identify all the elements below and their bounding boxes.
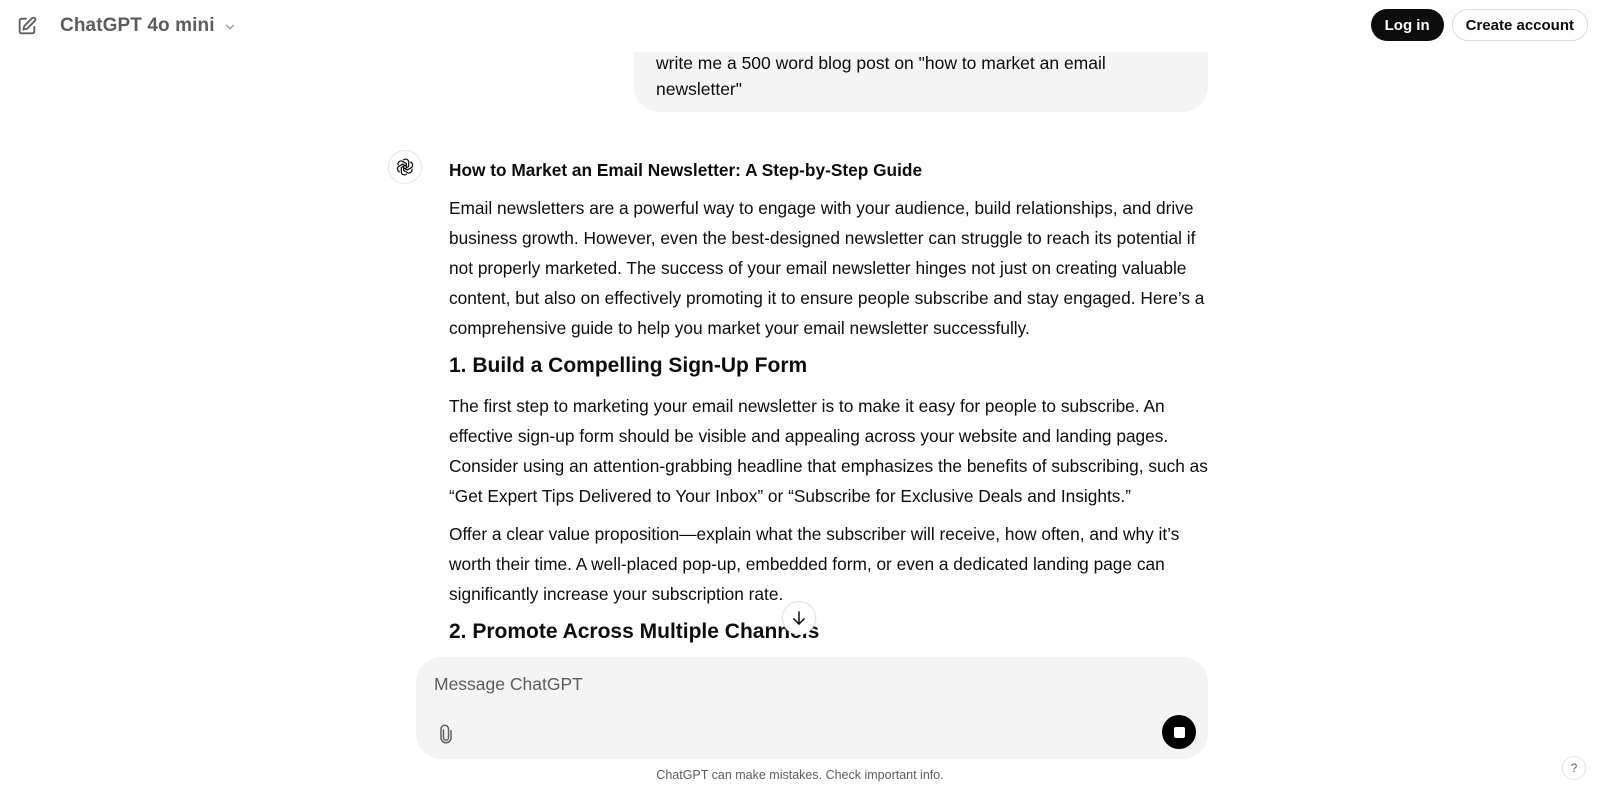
section-2-heading: 2. Promote Across Multiple Channels bbox=[449, 620, 820, 643]
openai-logo-icon bbox=[396, 158, 414, 176]
chevron-down-icon bbox=[223, 20, 237, 34]
stop-square-icon bbox=[1173, 726, 1185, 738]
auth-buttons: Log in Create account bbox=[1370, 9, 1588, 41]
model-name: ChatGPT 4o mini bbox=[60, 15, 215, 36]
new-chat-button[interactable] bbox=[12, 12, 42, 40]
paperclip-icon bbox=[440, 724, 452, 744]
attach-file-button[interactable] bbox=[434, 721, 458, 747]
blog-title: How to Market an Email Newsletter: A Ste… bbox=[449, 160, 923, 180]
message-input[interactable] bbox=[434, 669, 1134, 699]
assistant-message: How to Market an Email Newsletter: A Ste… bbox=[449, 155, 1219, 655]
message-composer bbox=[416, 657, 1208, 759]
assistant-avatar bbox=[388, 150, 422, 184]
help-button[interactable]: ? bbox=[1562, 756, 1586, 780]
edit-square-icon bbox=[18, 16, 37, 35]
stop-generating-button[interactable] bbox=[1162, 715, 1196, 749]
scroll-to-bottom-button[interactable] bbox=[782, 601, 816, 635]
disclaimer-text: ChatGPT can make mistakes. Check importa… bbox=[656, 768, 944, 782]
intro-paragraph: Email newsletters are a powerful way to … bbox=[449, 198, 1205, 338]
user-message-text: write me a 500 word blog post on "how to… bbox=[656, 53, 1106, 99]
section-1-heading: 1. Build a Compelling Sign-Up Form bbox=[449, 354, 808, 377]
section-1-paragraph-2: Offer a clear value proposition—explain … bbox=[449, 524, 1180, 604]
model-selector[interactable]: ChatGPT 4o mini bbox=[52, 10, 245, 42]
create-account-button[interactable]: Create account bbox=[1451, 9, 1588, 41]
top-bar: ChatGPT 4o mini Log in Create account bbox=[0, 0, 1600, 52]
login-button[interactable]: Log in bbox=[1370, 9, 1444, 41]
arrow-down-icon bbox=[793, 611, 805, 625]
section-1-paragraph-1: The first step to marketing your email n… bbox=[449, 396, 1208, 506]
